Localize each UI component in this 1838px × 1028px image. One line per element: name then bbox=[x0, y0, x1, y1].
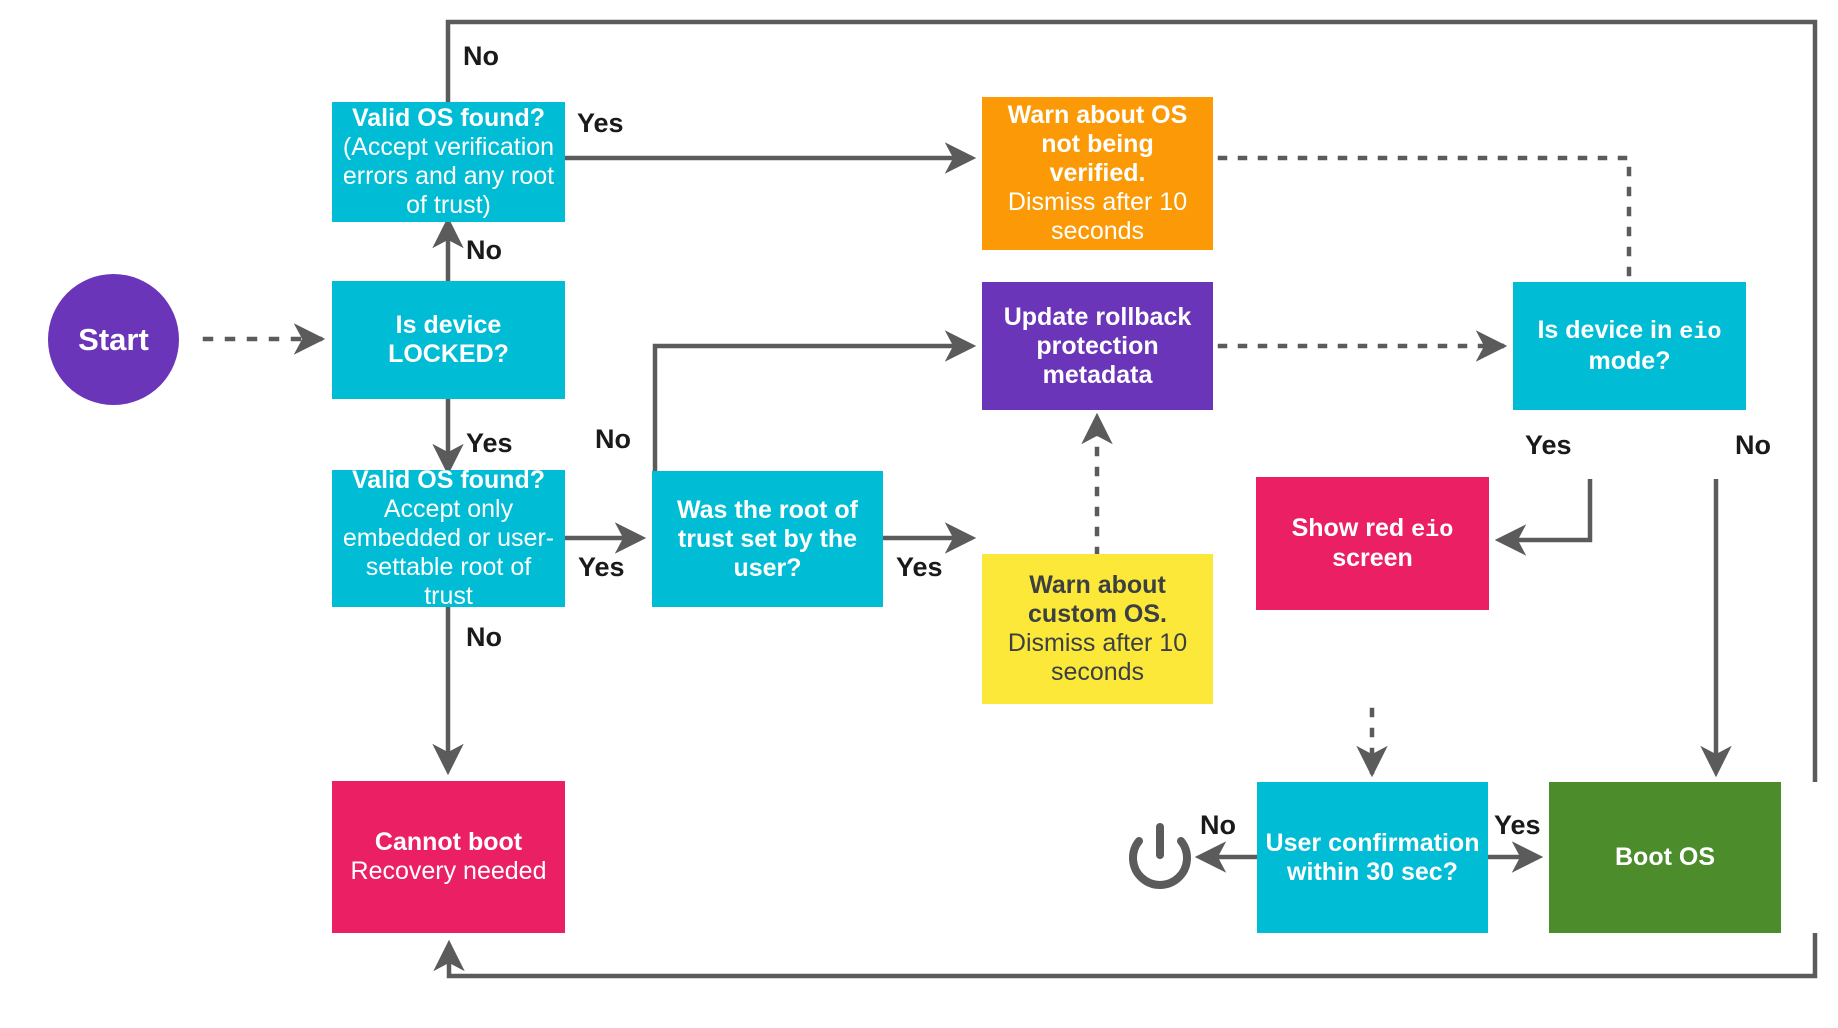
node-root-of-trust-user[interactable]: Was the root of trust set by the user? bbox=[652, 471, 883, 607]
node-boot-os[interactable]: Boot OS bbox=[1549, 782, 1781, 933]
edge-label-unlocked-valid-no: No bbox=[466, 235, 502, 265]
edge-label-eio-yes: Yes bbox=[1525, 430, 1572, 460]
edge-label-rot-no: No bbox=[595, 424, 631, 454]
node-is-device-eio-post: mode? bbox=[1588, 346, 1671, 375]
edge-label-locked-yes: Yes bbox=[466, 428, 513, 458]
edge-label-confirm-yes: Yes bbox=[1494, 810, 1541, 840]
node-show-red-eio-mono: eio bbox=[1411, 516, 1454, 544]
node-valid-os-unlocked[interactable]: Valid OS found? (Accept verification err… bbox=[332, 102, 565, 222]
edge-label-eio-no: No bbox=[1735, 430, 1771, 460]
node-valid-os-locked-title: Valid OS found? bbox=[351, 466, 546, 494]
edge-label-unlocked-valid-yes: Yes bbox=[577, 108, 624, 138]
node-warn-custom-os-title: Warn about custom OS. bbox=[1028, 571, 1167, 628]
node-cannot-boot[interactable]: Cannot boot Recovery needed bbox=[332, 781, 565, 933]
node-show-red-eio-post: screen bbox=[1332, 544, 1413, 573]
node-start[interactable]: Start bbox=[48, 274, 179, 405]
node-is-device-eio-title: Is device in eio mode? bbox=[1521, 316, 1738, 375]
node-is-device-eio-pre: Is device in bbox=[1537, 316, 1680, 345]
node-user-confirmation-title: User confirmation within 30 sec? bbox=[1265, 828, 1480, 886]
node-valid-os-unlocked-title: Valid OS found? bbox=[351, 104, 546, 132]
node-cannot-boot-sub: Recovery needed bbox=[350, 857, 547, 885]
edge-eio-yes bbox=[1494, 479, 1593, 556]
edge-label-locked-valid-yes: Yes bbox=[578, 552, 625, 582]
node-warn-custom-os-sub: Dismiss after 10 seconds bbox=[1007, 629, 1188, 686]
edge-bottom-loop bbox=[433, 933, 1818, 979]
node-is-device-locked-line2: LOCKED? bbox=[388, 340, 509, 368]
edge-label-locked-no-top: No bbox=[463, 41, 499, 71]
node-valid-os-locked-sub: Accept only embedded or user-settable ro… bbox=[342, 495, 555, 610]
node-show-red-eio[interactable]: Show red eio screen bbox=[1256, 477, 1489, 610]
node-show-red-eio-pre: Show red bbox=[1291, 513, 1412, 542]
node-update-rollback[interactable]: Update rollback protection metadata bbox=[982, 282, 1213, 410]
node-is-device-locked[interactable]: Is device LOCKED? bbox=[332, 281, 565, 399]
edge-label-rot-yes: Yes bbox=[896, 552, 943, 582]
flowchart-canvas: Start Is device LOCKED? Valid OS found? … bbox=[0, 0, 1838, 1028]
node-start-label: Start bbox=[78, 321, 149, 357]
node-is-device-eio-mono: eio bbox=[1679, 319, 1722, 347]
node-warn-not-verified-sub: Dismiss after 10 seconds bbox=[1007, 188, 1188, 245]
power-off-icon bbox=[1129, 823, 1191, 889]
node-user-confirmation[interactable]: User confirmation within 30 sec? bbox=[1257, 782, 1488, 933]
edge-label-locked-valid-no: No bbox=[466, 622, 502, 652]
node-warn-custom-os[interactable]: Warn about custom OS. Dismiss after 10 s… bbox=[982, 554, 1213, 704]
node-show-red-eio-title: Show red eio screen bbox=[1264, 514, 1481, 573]
node-update-rollback-title: Update rollback protection metadata bbox=[1003, 302, 1192, 389]
edge-rot-no bbox=[652, 330, 977, 471]
node-is-device-eio[interactable]: Is device in eio mode? bbox=[1513, 282, 1746, 410]
node-is-device-locked-line1: Is device bbox=[395, 311, 502, 339]
node-warn-not-verified[interactable]: Warn about OS not being verified. Dismis… bbox=[982, 97, 1213, 250]
node-valid-os-locked[interactable]: Valid OS found? Accept only embedded or … bbox=[332, 466, 565, 610]
node-warn-not-verified-title: Warn about OS not being verified. bbox=[1007, 101, 1188, 187]
node-cannot-boot-title: Cannot boot bbox=[374, 828, 523, 856]
node-root-of-trust-user-title: Was the root of trust set by the user? bbox=[676, 495, 858, 582]
node-valid-os-unlocked-sub: (Accept verification errors and any root… bbox=[342, 133, 555, 219]
edge-label-confirm-no: No bbox=[1200, 810, 1236, 840]
node-boot-os-title: Boot OS bbox=[1615, 843, 1715, 871]
